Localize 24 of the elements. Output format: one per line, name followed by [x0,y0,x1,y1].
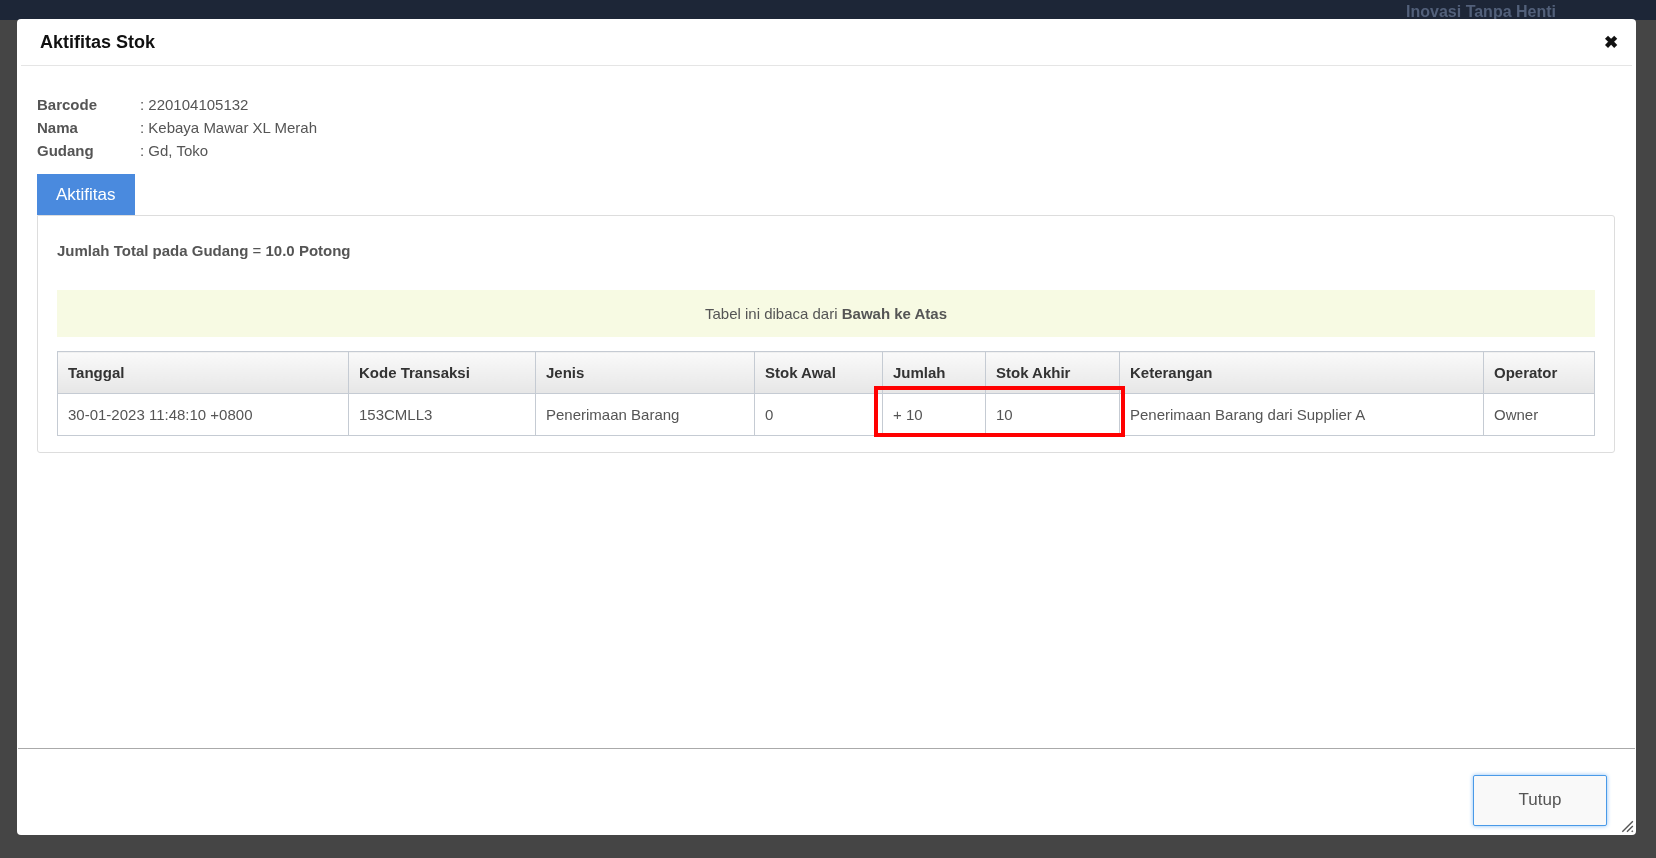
column-header: Jenis [535,351,755,394]
column-header: Tanggal [57,351,349,394]
table-cell: 0 [754,393,883,436]
close-button[interactable]: Tutup [1473,774,1607,826]
resize-grip-icon[interactable] [1620,819,1634,833]
tab[interactable]: Aktifitas [37,174,135,215]
column-header: Stok Awal [754,351,883,394]
column-header: Kode Transaksi [348,351,536,394]
table-cell: 153CMLL3 [348,393,536,436]
table-cell: Penerimaan Barang [535,393,755,436]
column-header: Keterangan [1119,351,1484,394]
field-value: : Gd, Toko [140,141,210,161]
column-header: Operator [1483,351,1595,394]
table-cell: 30-01-2023 11:48:10 +0800 [57,393,349,436]
field-value: : Kebaya Mawar XL Merah [140,118,318,138]
table-cell: Owner [1483,393,1595,436]
field-label: Barcode [37,95,99,115]
brand-tagline: Inovasi Tanpa Henti [1406,3,1556,20]
field-label: Gudang [37,141,95,161]
field-label: Nama [37,118,79,138]
field-value: : 220104105132 [140,95,250,115]
total-stock-text: Jumlah Total pada Gudang = 10.0 Potong [57,242,352,259]
notice-banner: Tabel ini dibaca dari Bawah ke Atas [57,290,1595,337]
dialog-title: Aktifitas Stok [40,31,156,53]
